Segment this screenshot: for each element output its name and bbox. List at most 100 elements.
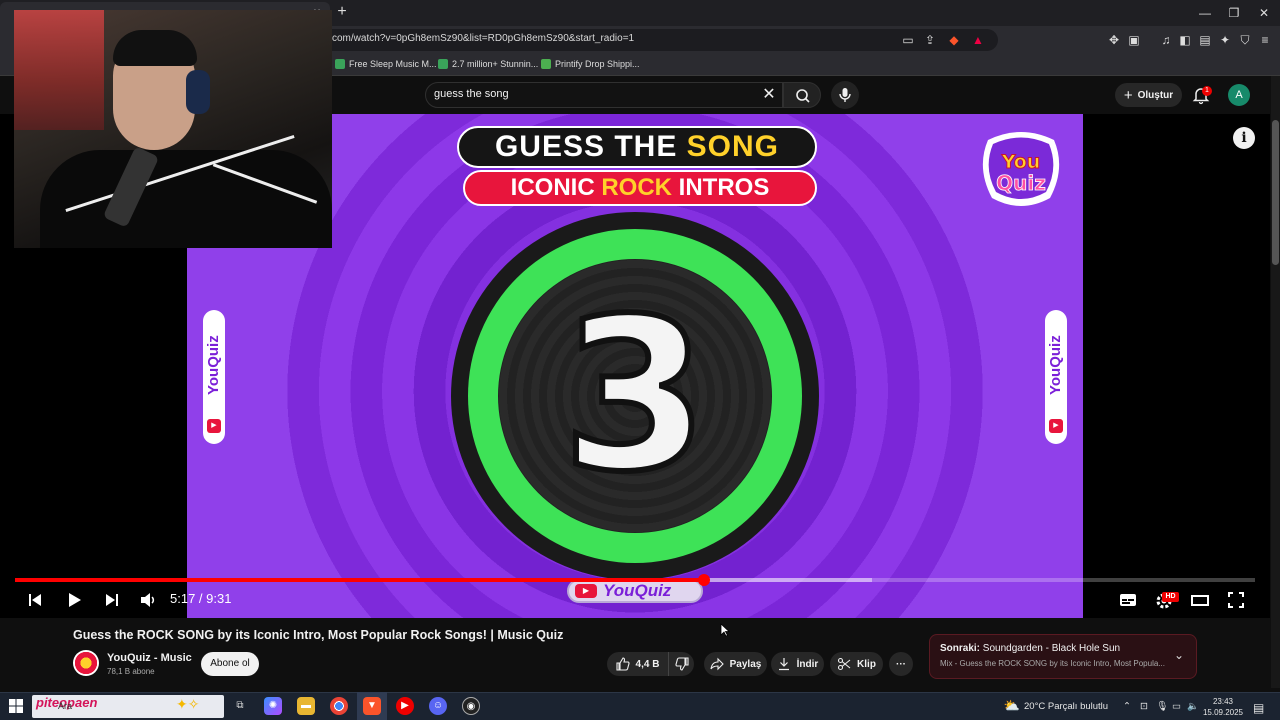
url-text: com/watch?v=0pGh8emSz90&list=RD0pGh8emSz…	[332, 33, 635, 44]
play-button[interactable]	[64, 590, 84, 610]
chevron-down-icon[interactable]: ⌄	[1172, 648, 1186, 662]
bottom-label: YouQuiz	[603, 581, 672, 600]
menu-icon[interactable]: ≡	[1257, 32, 1273, 48]
close-window-button[interactable]: ✕	[1254, 4, 1274, 22]
up-next-panel[interactable]	[929, 634, 1197, 679]
leo-ai-icon[interactable]: ✦	[1217, 32, 1233, 48]
account-avatar[interactable]: A	[1228, 84, 1250, 106]
youtube-play-icon: ▶	[1049, 419, 1063, 433]
fullscreen-icon	[1228, 592, 1244, 608]
share-page-icon[interactable]: ⇪	[922, 32, 938, 48]
side-label-left: YouQuiz	[205, 335, 222, 395]
brave-rewards-icon[interactable]: ▲	[970, 32, 986, 48]
webcam-background	[14, 10, 104, 130]
microphone-icon	[839, 88, 851, 102]
svg-text:You: You	[1001, 151, 1041, 173]
volume-button[interactable]	[138, 590, 158, 610]
task-view-icon[interactable]: ⧉	[231, 697, 249, 715]
tray-chevron-icon[interactable]: ⌃	[1123, 701, 1131, 712]
bookmark-free-sleep-music[interactable]: Free Sleep Music M...	[335, 57, 437, 71]
mouse-cursor-icon	[720, 623, 730, 637]
bookmark-printify[interactable]: Printify Drop Shippi...	[541, 57, 640, 71]
side-label-right: YouQuiz	[1047, 335, 1064, 395]
cast-icon[interactable]: ▭	[900, 32, 916, 48]
wallet-icon[interactable]: ▤	[1197, 32, 1213, 48]
like-count: 4,4 B	[635, 658, 660, 670]
countdown-number: 3	[559, 270, 711, 521]
bookmark-icon	[335, 59, 345, 69]
tray-app-icon[interactable]: ⊡	[1140, 701, 1148, 712]
like-button[interactable]: 4,4 B	[607, 652, 668, 676]
clip-button[interactable]: Klip	[830, 652, 883, 676]
notification-badge: 1	[1202, 86, 1212, 96]
restore-button[interactable]: ❐	[1224, 4, 1244, 22]
fullscreen-button[interactable]	[1226, 590, 1246, 610]
vpn-icon[interactable]: ⛉	[1237, 32, 1253, 48]
chrome-icon[interactable]	[330, 697, 348, 715]
webcam-person-body	[40, 150, 332, 248]
media-icon[interactable]: ♫	[1158, 32, 1174, 48]
youtube-play-icon: ▶	[207, 419, 221, 433]
search-query: guess the song	[434, 88, 509, 100]
channel-avatar[interactable]	[73, 650, 99, 676]
notification-center-icon[interactable]: ▤	[1253, 701, 1264, 715]
tray-mic-icon[interactable]: 🎙	[1156, 701, 1168, 712]
hd-badge: HD	[1162, 592, 1179, 602]
download-label: İndir	[796, 658, 819, 670]
bookmark-icon	[541, 59, 551, 69]
share-button[interactable]: Paylaş	[704, 652, 767, 676]
search-button[interactable]	[783, 82, 821, 108]
file-explorer-icon[interactable]: ▬	[297, 697, 315, 715]
bookmark-label: Free Sleep Music M...	[349, 59, 437, 69]
share-label: Paylaş	[729, 658, 762, 670]
voice-search-button[interactable]	[831, 81, 859, 109]
new-tab-button[interactable]: +	[334, 4, 350, 21]
weather-icon[interactable]: ⛅	[1003, 697, 1021, 715]
obs-icon[interactable]: ◉	[462, 697, 480, 715]
sparkle-icon: ✦✧	[176, 696, 200, 712]
next-button[interactable]	[102, 590, 122, 610]
dislike-button[interactable]	[668, 652, 694, 676]
weather-text[interactable]: 20°C Parçalı bulutlu	[1024, 701, 1108, 712]
subscribe-button[interactable]: Abone ol	[201, 652, 259, 676]
copilot-icon[interactable]: ✺	[264, 697, 282, 715]
share-icon	[710, 657, 724, 671]
theater-mode-button[interactable]	[1190, 590, 1210, 610]
theater-icon	[1191, 595, 1209, 606]
brave-shield-icon[interactable]: ◆	[946, 32, 962, 48]
video-subtitle-banner: ICONIC ROCK INTROS	[463, 170, 817, 206]
discord-icon[interactable]: ☺	[429, 697, 447, 715]
download-button[interactable]: İndir	[771, 652, 824, 676]
headset-icon	[186, 70, 210, 114]
reader-icon[interactable]: ▣	[1126, 32, 1142, 48]
brave-browser-icon[interactable]: ▼	[363, 697, 381, 715]
channel-name[interactable]: YouQuiz - Music	[107, 652, 192, 664]
time-display: 5:17 / 9:31	[170, 591, 232, 606]
bookmark-stunning[interactable]: 2.7 million+ Stunnin...	[438, 57, 538, 71]
previous-icon	[29, 594, 41, 606]
more-actions-button[interactable]: ···	[889, 652, 913, 676]
minimize-button[interactable]: —	[1195, 4, 1215, 22]
info-icon[interactable]: i	[1233, 127, 1255, 149]
create-button[interactable]: + Oluştur	[1115, 83, 1182, 107]
youquiz-logo: You Quiz	[978, 128, 1064, 210]
clear-search-icon[interactable]: ✕	[760, 86, 778, 104]
create-label: Oluştur	[1137, 89, 1174, 101]
taskbar-clock[interactable]: 23:43 15.09.2025	[1198, 696, 1248, 718]
youtube-music-icon[interactable]: ▶	[396, 697, 414, 715]
windows-start-icon[interactable]	[8, 698, 24, 714]
previous-button[interactable]	[25, 590, 45, 610]
subscriber-count: 78,1 B abone	[107, 667, 155, 676]
bookmark-label: 2.7 million+ Stunnin...	[452, 59, 539, 69]
video-title: Guess the ROCK SONG by its Iconic Intro,…	[73, 628, 564, 642]
clock-time: 23:43	[1212, 697, 1234, 706]
taskbar-search-hint: Ara	[58, 701, 73, 711]
bookmark-icon	[438, 59, 448, 69]
scrollbar-thumb[interactable]	[1272, 120, 1279, 265]
subtitles-button[interactable]	[1118, 590, 1138, 610]
network-icon[interactable]: ▭	[1172, 701, 1181, 712]
extensions-icon[interactable]: ✥	[1106, 32, 1122, 48]
thumbs-up-icon	[615, 657, 630, 671]
scissors-icon	[837, 657, 851, 671]
sidebar-icon[interactable]: ◧	[1177, 32, 1193, 48]
